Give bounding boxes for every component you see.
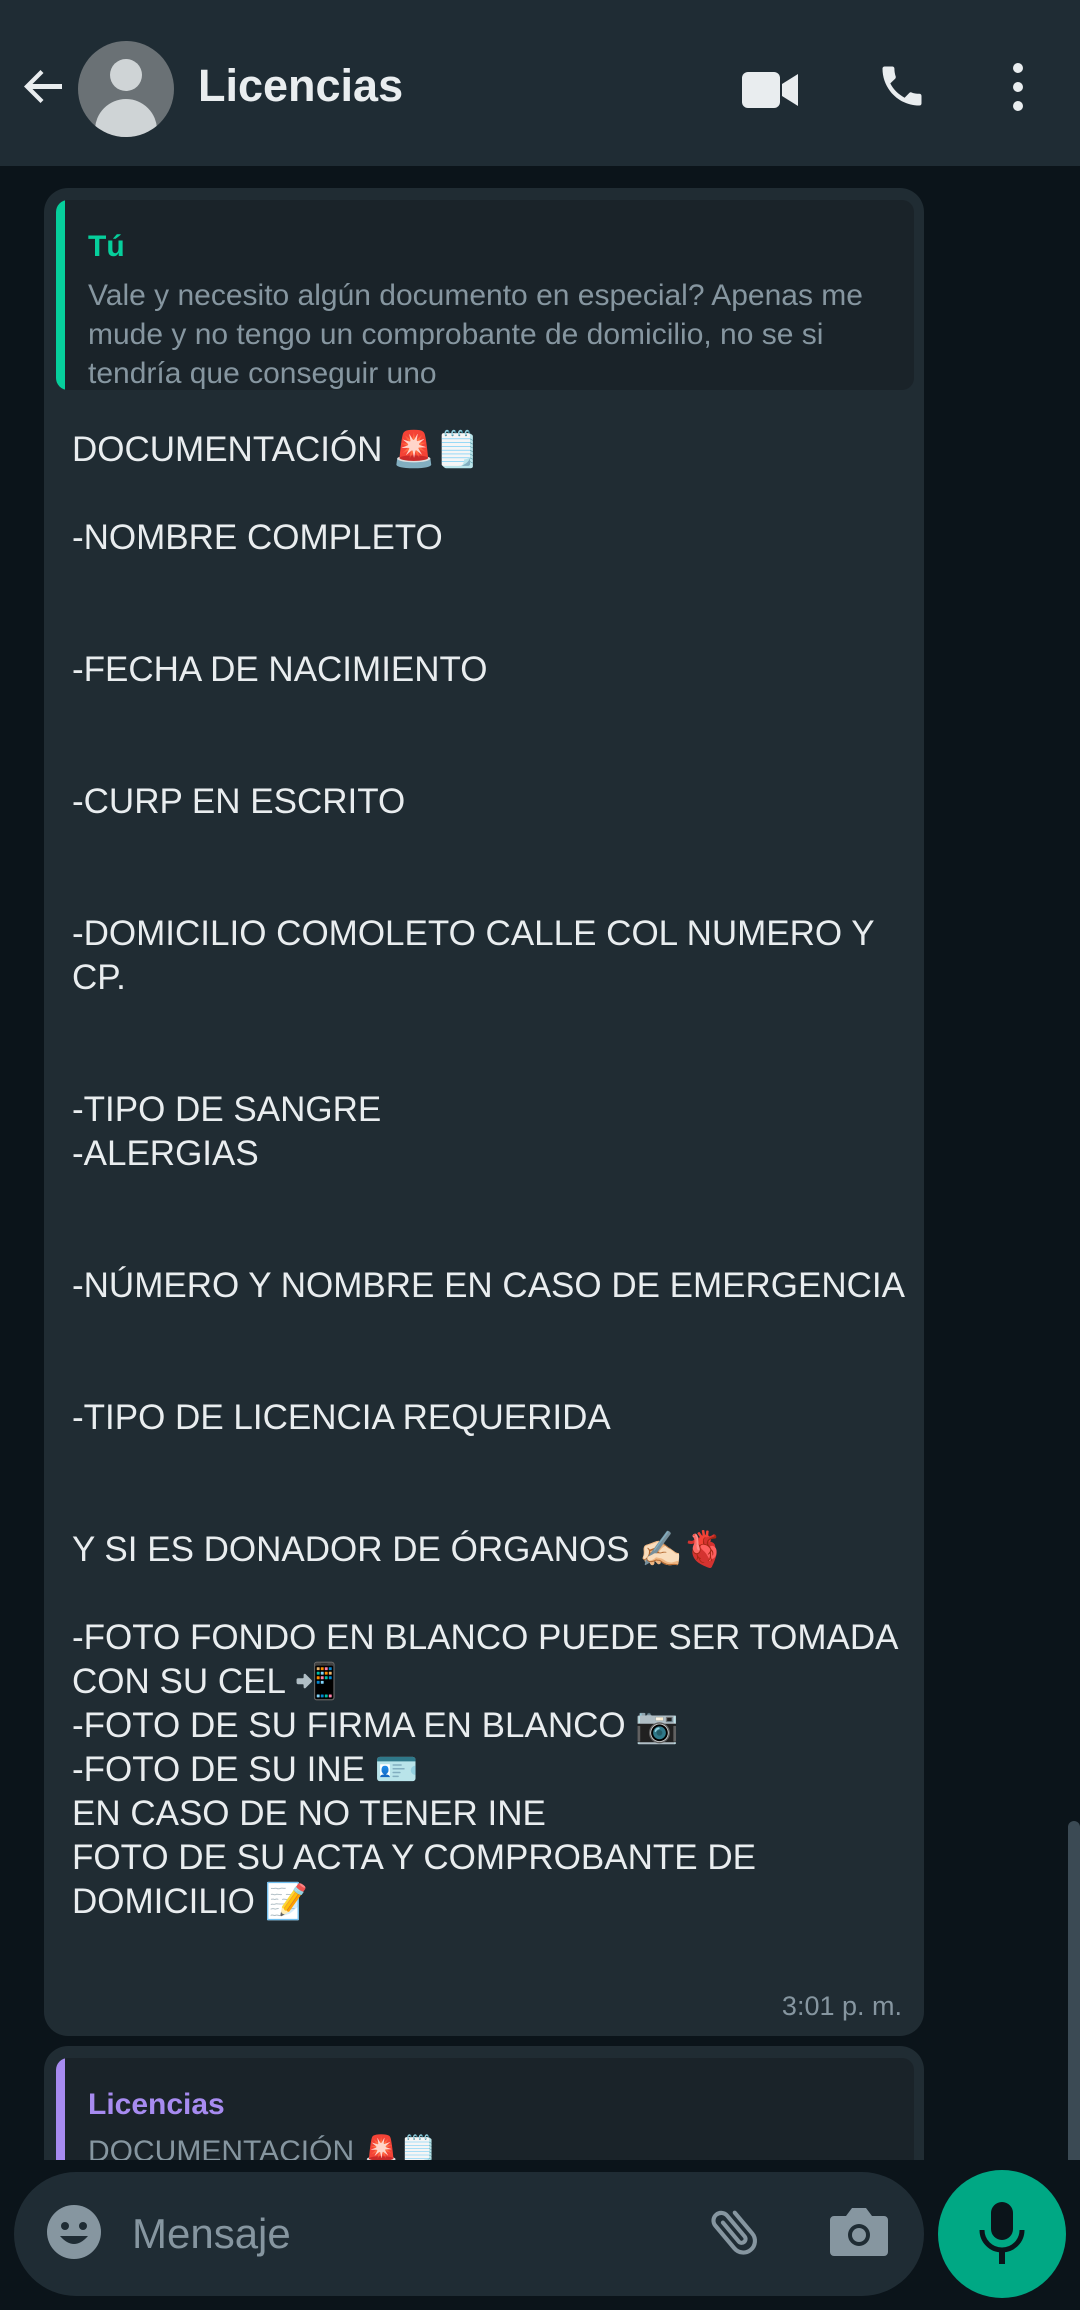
message-input[interactable]: Mensaje [132,2210,291,2258]
mic-icon [979,2202,1025,2264]
message-input-bar[interactable]: Mensaje [14,2172,924,2296]
quoted-message[interactable]: Tú Vale y necesito algún documento en es… [56,200,914,390]
back-arrow-icon[interactable] [20,62,68,110]
avatar-icon[interactable] [78,41,174,137]
message-bubble[interactable]: Licencias DOCUMENTACIÓN 🚨🗒️ [44,2046,924,2160]
chat-title[interactable]: Licencias [198,60,403,112]
mic-button[interactable] [938,2170,1066,2298]
quoted-message[interactable]: Licencias DOCUMENTACIÓN 🚨🗒️ [56,2058,914,2160]
more-vert-icon[interactable] [1008,62,1028,112]
attach-icon[interactable] [704,2200,766,2262]
message-text: DOCUMENTACIÓN 🚨🗒️ -NOMBRE COMPLETO -FECH… [72,430,905,1921]
quote-author: Tú [88,230,125,263]
quote-bar [56,2058,65,2160]
phone-icon[interactable] [876,60,928,112]
message-time: 3:01 p. m. [781,1991,902,2021]
app-header: Licencias [0,0,1080,166]
emoji-icon[interactable] [44,2202,104,2262]
message-bubble[interactable]: Tú Vale y necesito algún documento en es… [44,188,924,2036]
chat-area[interactable]: Tú Vale y necesito algún documento en es… [0,166,1080,2160]
camera-icon[interactable] [828,2202,890,2260]
quote-text: Vale y necesito algún documento en espec… [88,279,863,390]
quote-bar [56,200,65,390]
video-call-icon[interactable] [740,68,800,112]
scrollbar[interactable] [1068,1821,1080,2160]
quote-author: Licencias [88,2088,225,2121]
quote-text: DOCUMENTACIÓN 🚨🗒️ [88,2135,438,2160]
